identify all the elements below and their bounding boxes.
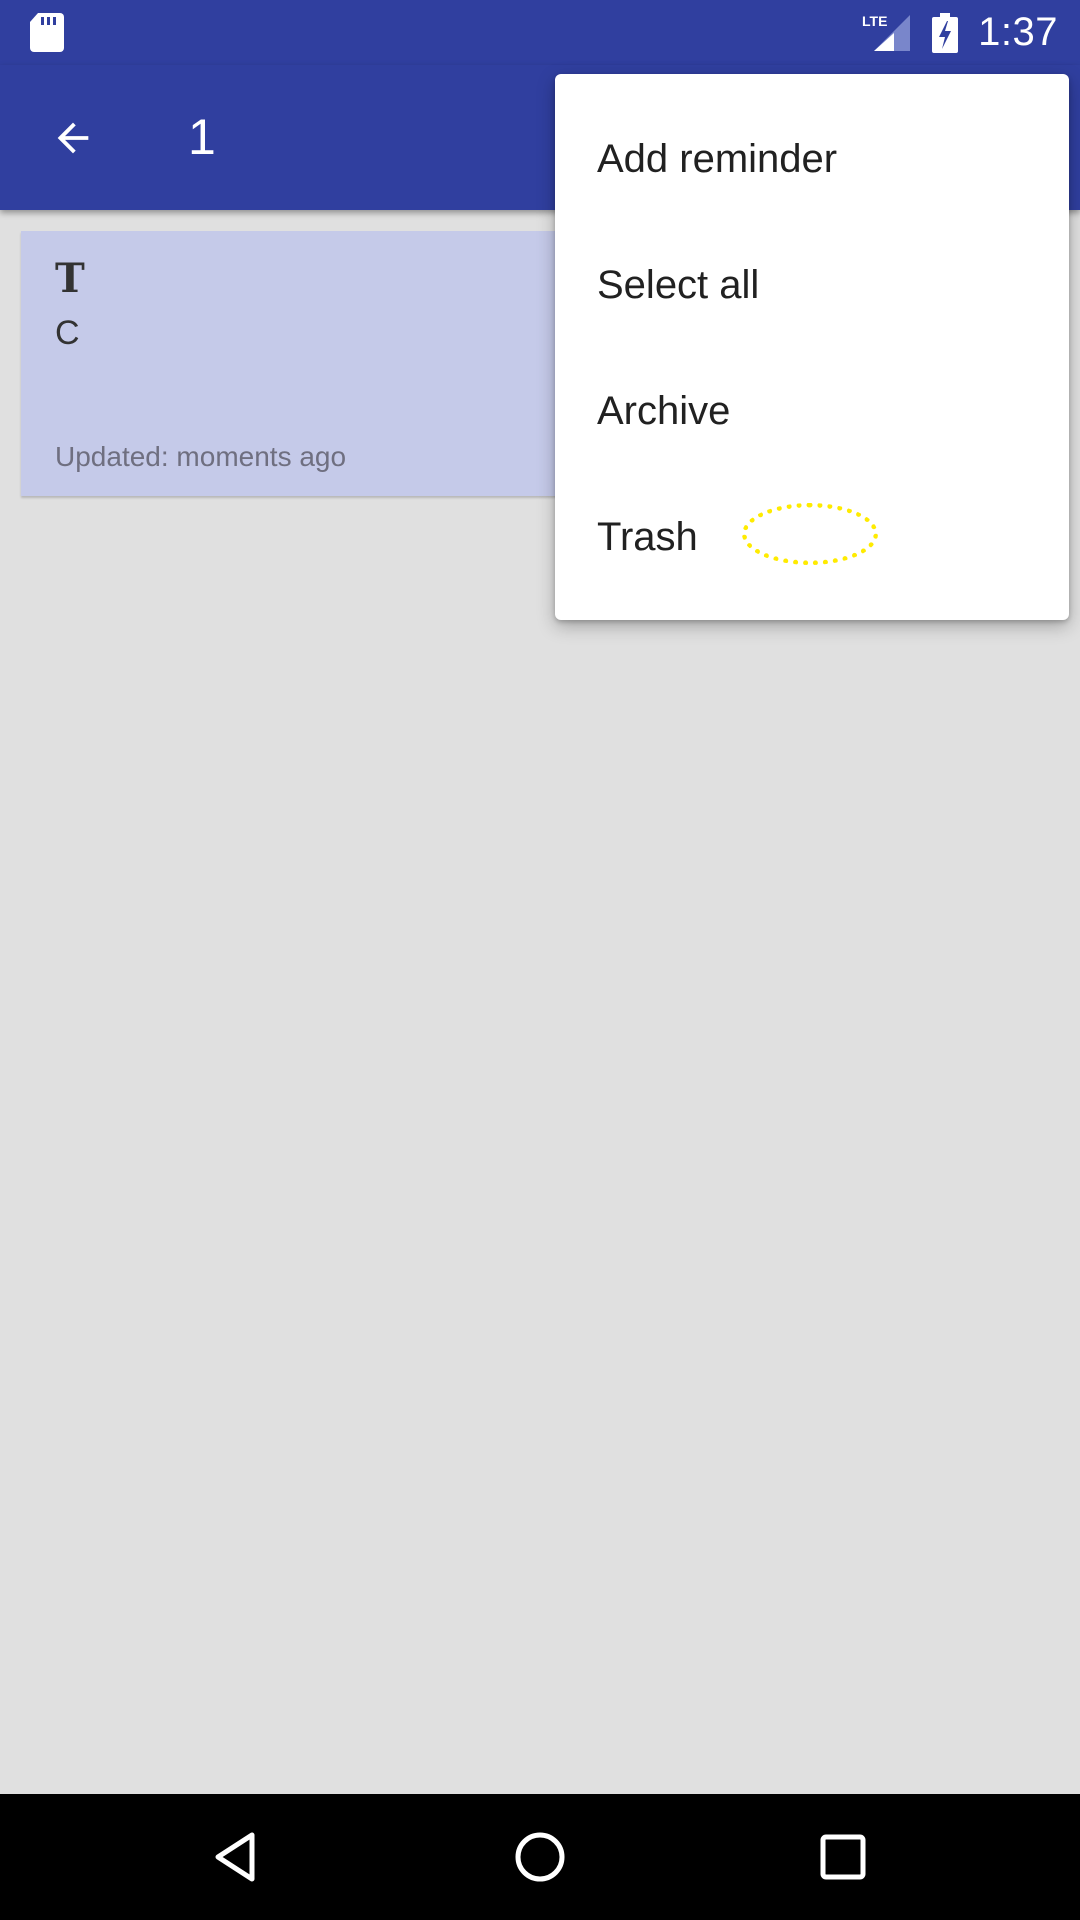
navigation-bar xyxy=(0,1794,1080,1920)
sd-card-icon xyxy=(30,13,64,52)
note-updated-timestamp: Updated: moments ago xyxy=(55,441,347,472)
status-clock: 1:37 xyxy=(978,10,1058,54)
touch-indicator xyxy=(742,503,878,565)
menu-item-archive[interactable]: Archive xyxy=(555,348,1069,474)
lte-label: LTE xyxy=(862,13,887,29)
lte-signal-icon: LTE xyxy=(862,13,911,51)
battery-charging-icon xyxy=(932,12,959,53)
nav-back-icon xyxy=(215,1832,255,1882)
back-button[interactable] xyxy=(40,105,106,171)
menu-item-add-reminder[interactable]: Add reminder xyxy=(555,96,1069,222)
menu-item-select-all[interactable]: Select all xyxy=(555,222,1069,348)
nav-back-button[interactable] xyxy=(196,1817,276,1897)
nav-home-button[interactable] xyxy=(500,1817,580,1897)
note-title: T xyxy=(55,255,85,302)
status-icons: LTE 1:37 xyxy=(862,0,1058,65)
status-bar: LTE 1:37 xyxy=(0,0,1080,65)
nav-recents-icon xyxy=(820,1834,866,1880)
selection-count: 1 xyxy=(188,109,216,165)
back-arrow-icon xyxy=(57,122,89,154)
nav-home-icon xyxy=(515,1832,565,1882)
note-content: C xyxy=(55,314,80,352)
nav-recents-button[interactable] xyxy=(803,1817,883,1897)
